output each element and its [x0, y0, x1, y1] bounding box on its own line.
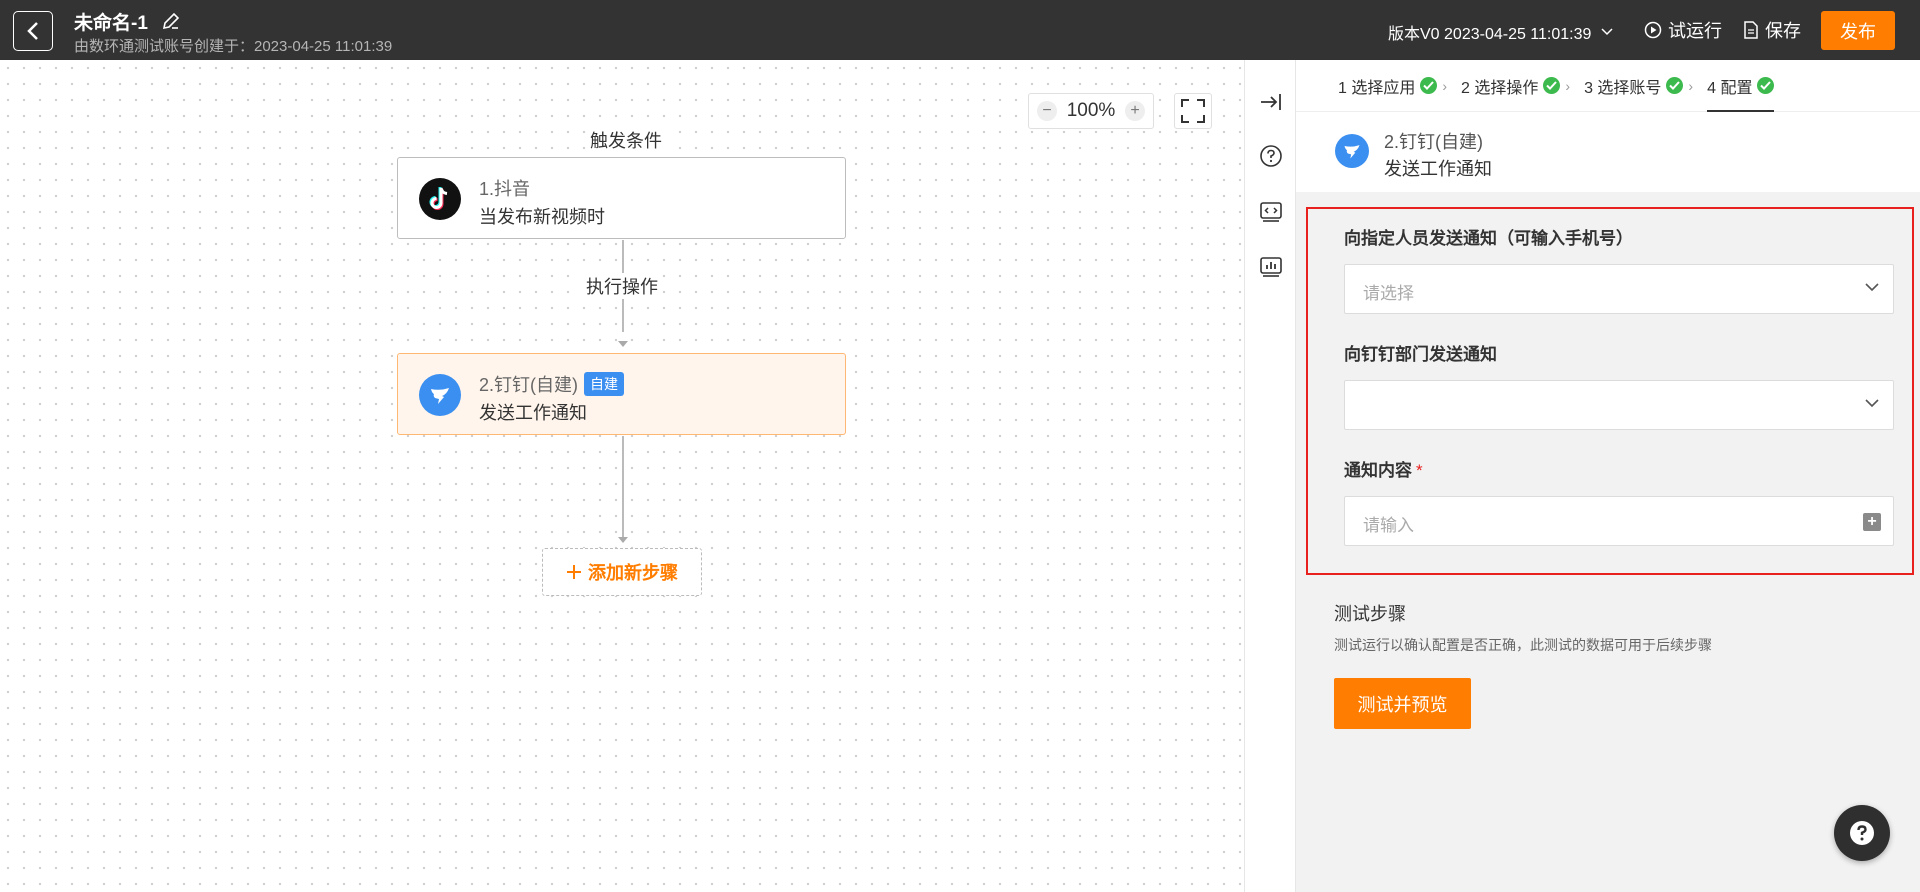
- test-section-desc: 测试运行以确认配置是否正确，此测试的数据可用于后续步骤: [1334, 637, 1712, 653]
- zoom-level: 100%: [1066, 100, 1116, 121]
- zoom-in-button[interactable]: +: [1124, 101, 1145, 121]
- chevron-right-icon: ›: [1565, 77, 1571, 94]
- dingtalk-icon: [1335, 134, 1369, 168]
- check-circle-icon: [1757, 77, 1775, 94]
- connector-line-2: [622, 436, 624, 540]
- chevron-down-icon: [1601, 28, 1613, 36]
- collapse-panel-icon[interactable]: [1257, 88, 1285, 116]
- app-action: 发送工作通知: [1384, 159, 1492, 179]
- action-node-title-text: 2.钉钉(自建): [479, 375, 578, 395]
- save-button[interactable]: 保存: [1743, 17, 1801, 43]
- add-step-label: 添加新步骤: [588, 563, 678, 583]
- app-header: 2.钉钉(自建) 发送工作通知: [1296, 112, 1920, 192]
- step-tab-label: 3 选择账号: [1584, 79, 1662, 97]
- trigger-label: 触发条件: [586, 127, 666, 153]
- trigger-node[interactable]: 1.抖音 当发布新视频时: [397, 157, 846, 239]
- plus-icon: [567, 565, 581, 579]
- step-tabs: 1 选择应用 › 2 选择操作 › 3 选择账号 › 4 配置: [1296, 60, 1920, 112]
- add-step-button[interactable]: 添加新步骤: [542, 548, 702, 596]
- check-circle-icon: [1666, 77, 1684, 94]
- version-label: 版本V0 2023-04-25 11:01:39: [1388, 26, 1592, 43]
- workflow-canvas[interactable]: − 100% + 触发条件 1.抖音 当发布新视频时 执行操作 2.钉钉(自建)…: [0, 60, 1244, 892]
- test-run-label: 试运行: [1668, 21, 1722, 41]
- step-tab-2[interactable]: 2 选择操作 ›: [1461, 60, 1570, 112]
- content-field-label: 通知内容 *: [1344, 456, 1423, 481]
- test-run-button[interactable]: 试运行: [1644, 17, 1722, 43]
- dept-select[interactable]: [1344, 380, 1894, 430]
- save-label: 保存: [1765, 21, 1801, 41]
- fullscreen-button[interactable]: [1174, 93, 1212, 129]
- arrow-down-icon: [618, 341, 628, 347]
- chevron-down-icon: [1865, 283, 1879, 292]
- top-bar: 未命名-1 由数环通测试账号创建于：2023-04-25 11:01:39 版本…: [0, 0, 1920, 60]
- action-node-subtitle: 发送工作通知: [479, 403, 587, 423]
- trigger-node-title: 1.抖音: [479, 179, 531, 199]
- zoom-control: − 100% +: [1028, 93, 1154, 129]
- arrow-down-icon: [618, 537, 628, 543]
- back-button[interactable]: [13, 11, 53, 51]
- page-title: 未命名-1: [74, 13, 148, 34]
- content-label-text: 通知内容: [1344, 461, 1412, 480]
- check-circle-icon: [1543, 77, 1561, 94]
- required-mark: *: [1416, 461, 1423, 480]
- check-circle-icon: [1420, 77, 1438, 94]
- help-button[interactable]: [1834, 805, 1890, 861]
- config-form: 向指定人员发送通知（可输入手机号） 请选择 向钉钉部门发送通知 通知内容 * 请输…: [1306, 207, 1914, 575]
- action-node-title: 2.钉钉(自建) 自建: [479, 371, 624, 397]
- edit-icon[interactable]: [160, 10, 182, 32]
- config-panel: 1 选择应用 › 2 选择操作 › 3 选择账号 › 4 配置 2.钉钉(自建)…: [1296, 60, 1920, 892]
- app-title: 2.钉钉(自建): [1384, 132, 1483, 152]
- content-input[interactable]: 请输入 +: [1344, 496, 1894, 546]
- step-tab-3[interactable]: 3 选择账号 ›: [1584, 60, 1693, 112]
- self-built-tag: 自建: [584, 372, 624, 396]
- step-tab-1[interactable]: 1 选择应用 ›: [1338, 60, 1447, 112]
- chevron-right-icon: ›: [1688, 77, 1694, 94]
- help-icon[interactable]: [1257, 142, 1285, 170]
- step-tab-label: 1 选择应用: [1338, 79, 1416, 97]
- chevron-right-icon: ›: [1442, 77, 1448, 94]
- test-section-title: 测试步骤: [1334, 604, 1406, 624]
- action-node[interactable]: 2.钉钉(自建) 自建 发送工作通知: [397, 353, 846, 435]
- fullscreen-icon: [1181, 99, 1205, 123]
- chevron-down-icon: [1865, 399, 1879, 408]
- action-label: 执行操作: [582, 273, 662, 299]
- created-info: 由数环通测试账号创建于：2023-04-25 11:01:39: [74, 38, 393, 55]
- chart-icon[interactable]: [1257, 253, 1285, 281]
- version-dropdown[interactable]: 版本V0 2023-04-25 11:01:39: [1388, 20, 1613, 44]
- step-tab-4[interactable]: 4 配置: [1707, 60, 1775, 112]
- user-field-label: 向指定人员发送通知（可输入手机号）: [1344, 229, 1633, 248]
- question-circle-icon: [1850, 821, 1874, 845]
- publish-button[interactable]: 发布: [1821, 11, 1895, 50]
- dept-field-label: 向钉钉部门发送通知: [1344, 345, 1497, 364]
- zoom-out-button[interactable]: −: [1037, 101, 1057, 121]
- insert-variable-icon[interactable]: +: [1863, 513, 1881, 531]
- user-select-placeholder: 请选择: [1363, 284, 1414, 303]
- test-preview-button[interactable]: 测试并预览: [1334, 678, 1471, 729]
- dingtalk-icon: [419, 374, 461, 416]
- chevron-left-icon: [27, 22, 38, 40]
- play-circle-icon: [1644, 21, 1662, 39]
- content-input-placeholder: 请输入: [1363, 516, 1414, 535]
- step-tab-label: 4 配置: [1707, 79, 1753, 97]
- tiktok-icon: [419, 178, 461, 220]
- code-icon[interactable]: [1257, 198, 1285, 226]
- side-toolbar: [1244, 60, 1296, 892]
- user-select[interactable]: 请选择: [1344, 264, 1894, 314]
- step-tab-label: 2 选择操作: [1461, 79, 1539, 97]
- trigger-node-subtitle: 当发布新视频时: [479, 207, 605, 227]
- document-icon: [1744, 21, 1758, 39]
